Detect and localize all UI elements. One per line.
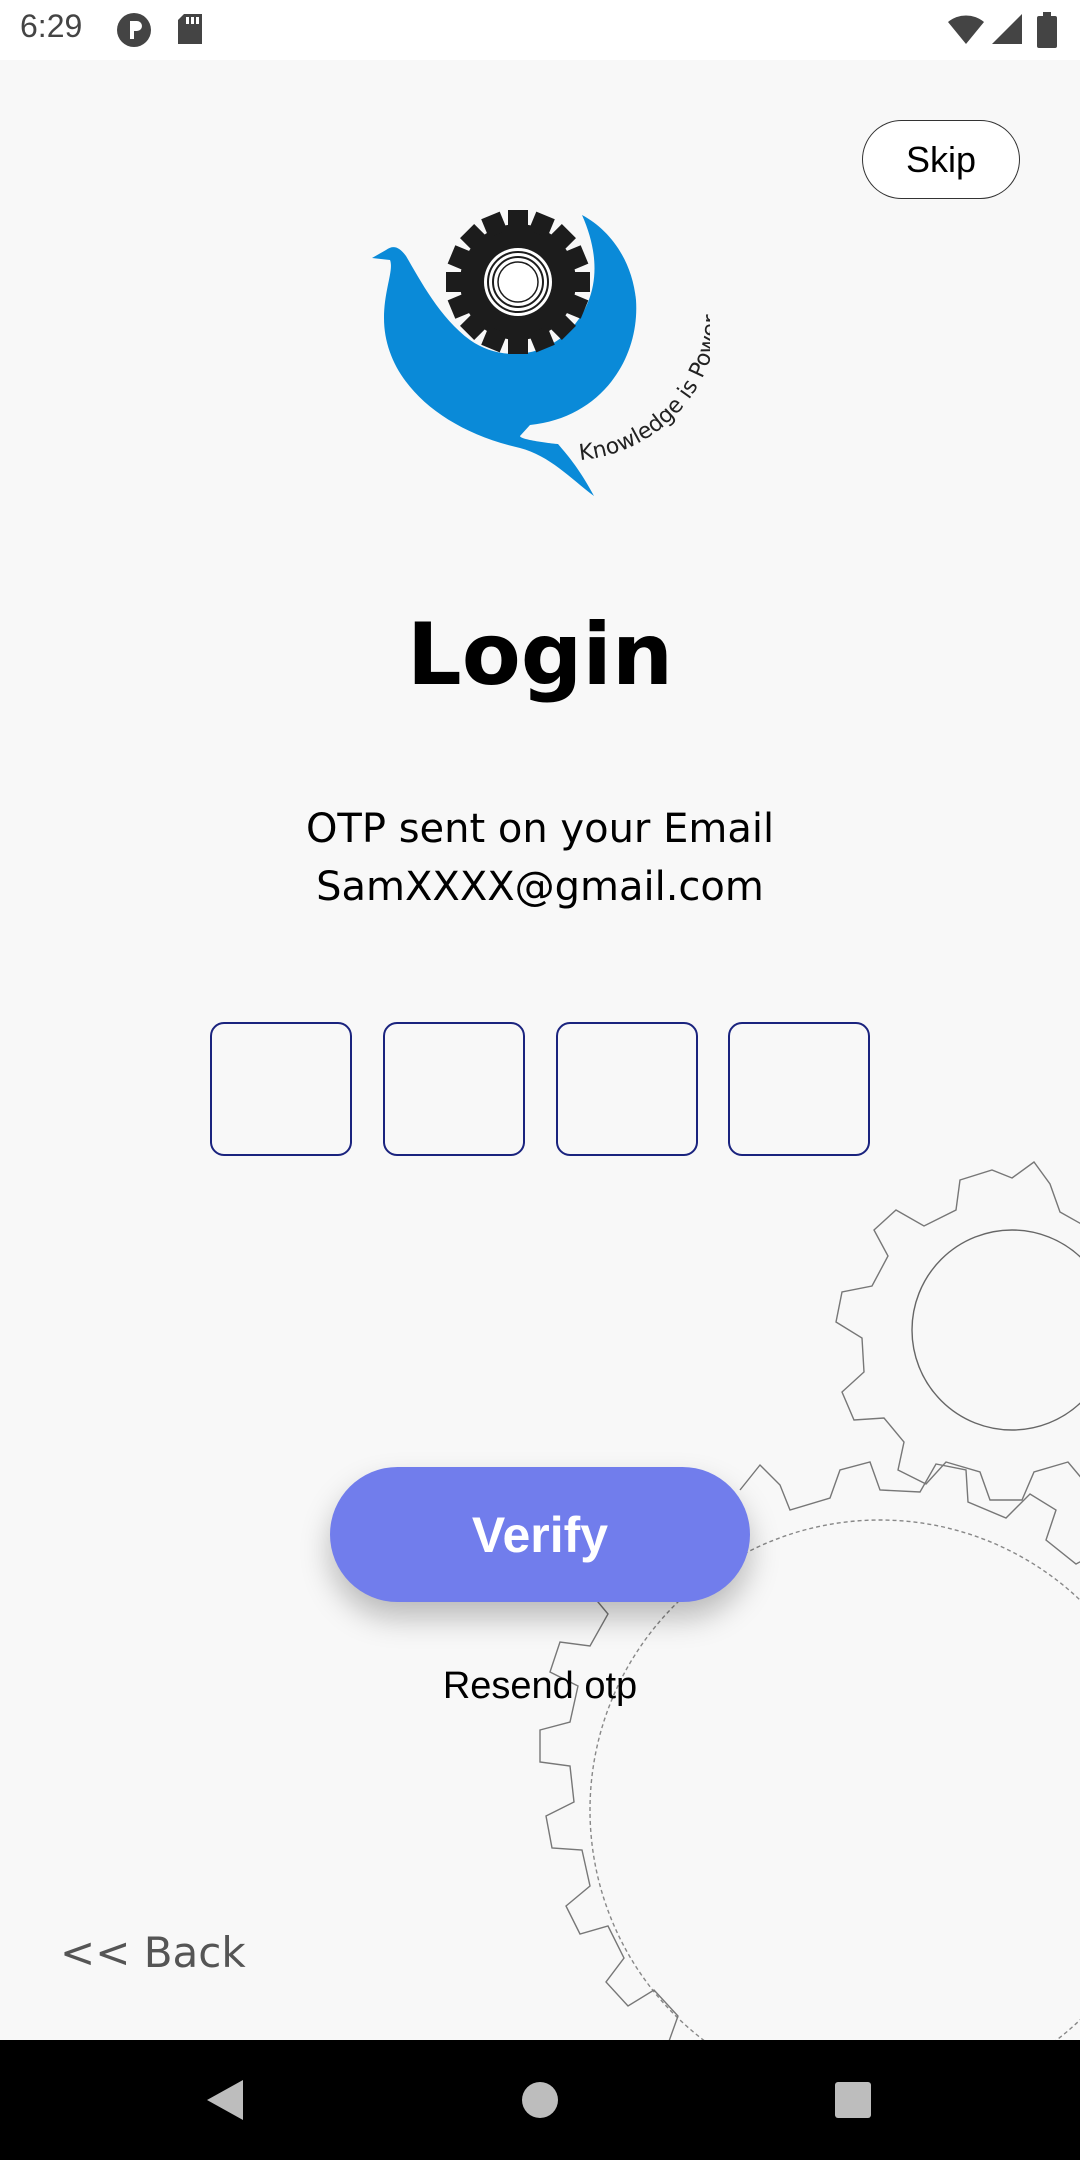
sd-card-icon: [176, 12, 204, 51]
nav-home-button[interactable]: [495, 2040, 585, 2160]
skip-button[interactable]: Skip: [862, 120, 1020, 199]
app-logo: Knowledge is Power: [372, 210, 710, 496]
wifi-icon: [946, 12, 986, 51]
otp-digit-1-input[interactable]: [210, 1022, 352, 1156]
recents-square-icon: [835, 2082, 871, 2118]
nav-back-button[interactable]: [180, 2040, 270, 2160]
resend-otp-link[interactable]: Resend otp: [0, 1665, 1080, 1708]
otp-message-line: OTP sent on your Email: [305, 806, 775, 852]
otp-digit-4-input[interactable]: [728, 1022, 870, 1156]
app-p-icon: [116, 12, 152, 53]
verify-button[interactable]: Verify: [330, 1467, 750, 1602]
signal-icon: [990, 12, 1024, 51]
small-gear-outline: [835, 1161, 1080, 1501]
otp-digit-3-input[interactable]: [556, 1022, 698, 1156]
back-link[interactable]: << Back: [60, 1928, 246, 1977]
status-bar: 6:29: [0, 0, 1080, 60]
status-time: 6:29: [20, 8, 83, 44]
gear-icon: [446, 210, 590, 354]
otp-message: OTP sent on your Email SamXXXX@gmail.com: [0, 800, 1080, 916]
battery-icon: [1036, 12, 1058, 53]
nav-recents-button[interactable]: [808, 2040, 898, 2160]
page-title: Login: [406, 605, 674, 705]
system-nav-bar: [0, 2040, 1080, 2160]
otp-digit-2-input[interactable]: [383, 1022, 525, 1156]
home-circle-icon: [522, 2082, 558, 2118]
email-address: SamXXXX@gmail.com: [316, 864, 764, 910]
back-triangle-icon: [207, 2080, 243, 2120]
